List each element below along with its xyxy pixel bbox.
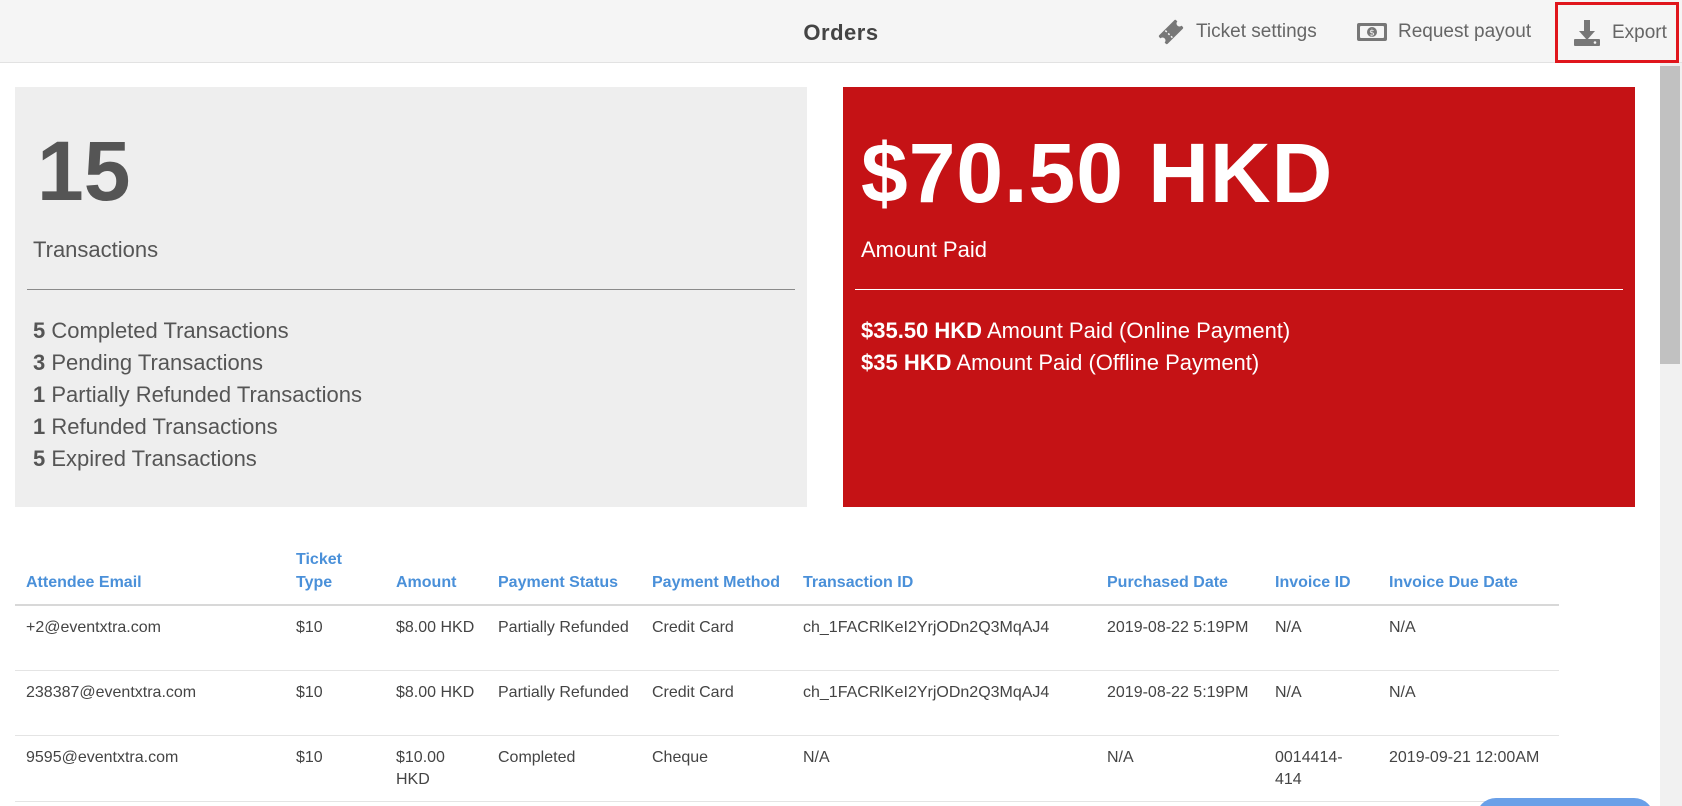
table-cell: ch_1FACRlKeI2YrjODn2Q3MqAJ4: [792, 605, 1096, 671]
table-cell: N/A: [1378, 670, 1559, 736]
table-cell: N/A: [792, 735, 1096, 802]
table-cell: ch_1FACRlKeI2YrjODn2Q3MqAJ4: [792, 670, 1096, 736]
table-cell: 9595@eventxtra.com: [15, 735, 285, 802]
table-cell: Partially Refunded: [487, 605, 641, 671]
table-row[interactable]: +2@eventxtra.com $10 $8.00 HKD Partially…: [15, 605, 1559, 671]
top-bar: Orders Ticket settings $ Request payout: [0, 0, 1682, 63]
table-cell: $8.00 HKD: [385, 605, 487, 671]
request-payout-button[interactable]: $ Request payout: [1356, 12, 1531, 52]
table-cell: $10: [285, 670, 385, 736]
help-chat-button[interactable]: [1476, 798, 1654, 806]
table-cell: Credit Card: [641, 605, 792, 671]
scrollbar-thumb[interactable]: [1660, 66, 1680, 364]
column-header[interactable]: Invoice ID: [1264, 548, 1378, 606]
column-header[interactable]: Payment Status: [487, 548, 641, 606]
ticket-icon: [1158, 19, 1184, 45]
table-cell: 2019-08-22 5:19PM: [1096, 670, 1264, 736]
transactions-label: Transactions: [33, 237, 159, 262]
stat-completed: 5 Completed Transactions: [33, 318, 289, 343]
table-cell: Credit Card: [641, 670, 792, 736]
amount-paid-card: $70.50 HKD Amount Paid $35.50 HKD Amount…: [843, 87, 1635, 507]
table-cell: 2019-08-22 5:19PM: [1096, 605, 1264, 671]
table-cell: N/A: [1378, 605, 1559, 671]
column-header[interactable]: Invoice Due Date: [1378, 548, 1559, 606]
table-cell: $10: [285, 605, 385, 671]
stat-expired: 5 Expired Transactions: [33, 446, 257, 471]
table-cell: 2019-09-21 12:00AM: [1378, 735, 1559, 802]
table-row[interactable]: 238387@eventxtra.com $10 $8.00 HKD Parti…: [15, 670, 1559, 736]
table-cell: $10: [285, 735, 385, 802]
download-icon: [1574, 19, 1600, 46]
stat-partially-refunded: 1 Partially Refunded Transactions: [33, 382, 362, 407]
table-header-row: Attendee Email Ticket Type Amount Paymen…: [15, 548, 1559, 606]
table-row[interactable]: 9595@eventxtra.com $10 $10.00 HKD Comple…: [15, 735, 1559, 802]
column-header[interactable]: Transaction ID: [792, 548, 1096, 606]
request-payout-label: Request payout: [1398, 21, 1532, 42]
column-header[interactable]: Purchased Date: [1096, 548, 1264, 606]
column-header[interactable]: Ticket Type: [285, 548, 385, 606]
table-cell: N/A: [1096, 735, 1264, 802]
table-cell: N/A: [1264, 670, 1378, 736]
divider: [27, 289, 795, 290]
table-cell: $8.00 HKD: [385, 670, 487, 736]
orders-table: Attendee Email Ticket Type Amount Paymen…: [15, 548, 1559, 802]
table-cell: 238387@eventxtra.com: [15, 670, 285, 736]
table-cell: Completed: [487, 735, 641, 802]
table-cell: 0014414-414: [1264, 735, 1378, 802]
column-header[interactable]: Attendee Email: [15, 548, 285, 606]
offline-payment-line: $35 HKD Amount Paid (Offline Payment): [861, 350, 1260, 375]
table-cell: N/A: [1264, 605, 1378, 671]
transaction-count: 15: [37, 124, 131, 218]
stat-refunded: 1 Refunded Transactions: [33, 414, 278, 439]
table-cell: $10.00 HKD: [385, 735, 487, 802]
ticket-settings-label: Ticket settings: [1196, 21, 1317, 42]
table-cell: +2@eventxtra.com: [15, 605, 285, 671]
amount-paid-label: Amount Paid: [861, 237, 987, 262]
ticket-settings-button[interactable]: Ticket settings: [1156, 12, 1317, 52]
transaction-breakdown: 5 Completed Transactions 3 Pending Trans…: [33, 315, 362, 475]
stat-pending: 3 Pending Transactions: [33, 350, 263, 375]
table-cell: Partially Refunded: [487, 670, 641, 736]
column-header[interactable]: Amount: [385, 548, 487, 606]
table-cell: Cheque: [641, 735, 792, 802]
payment-breakdown: $35.50 HKD Amount Paid (Online Payment) …: [861, 315, 1290, 379]
online-payment-line: $35.50 HKD Amount Paid (Online Payment): [861, 318, 1291, 343]
transactions-summary-card: 15 Transactions 5 Completed Transactions…: [15, 87, 807, 507]
banknote-icon: $: [1357, 23, 1387, 41]
export-button[interactable]: Export: [1555, 2, 1679, 63]
total-amount: $70.50 HKD: [861, 126, 1334, 220]
svg-text:$: $: [1369, 29, 1375, 39]
divider: [855, 289, 1623, 290]
export-label: Export: [1612, 21, 1667, 43]
column-header[interactable]: Payment Method: [641, 548, 792, 606]
